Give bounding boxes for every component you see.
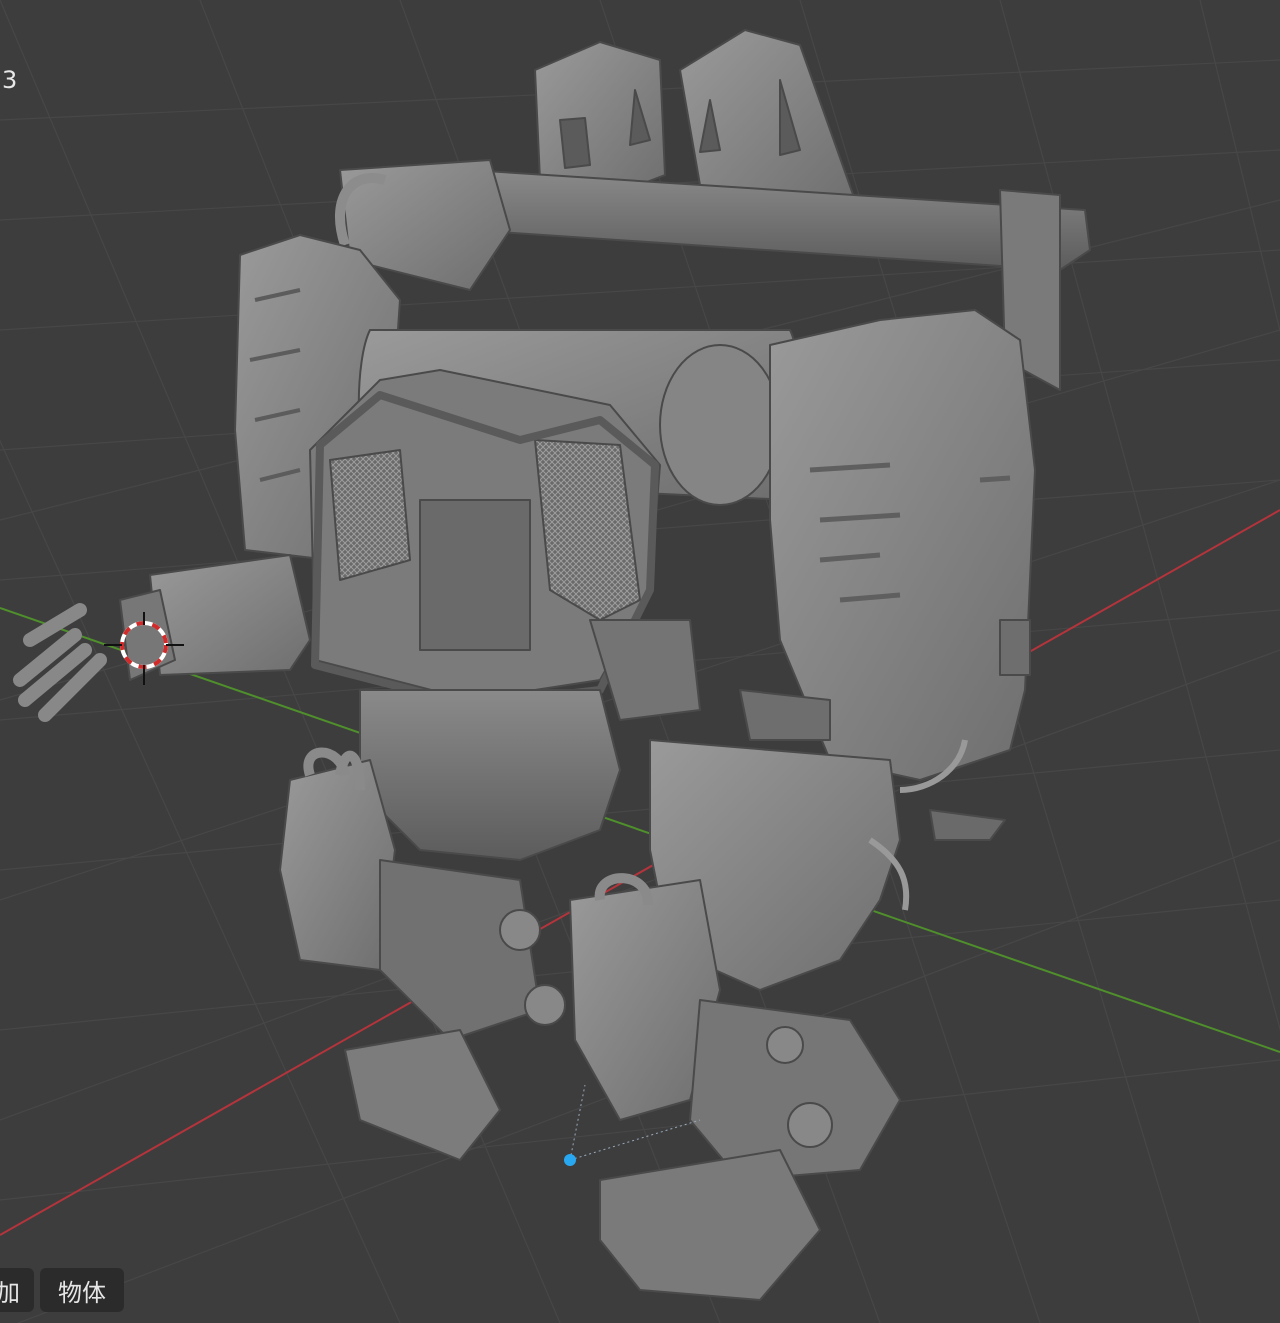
mech-model[interactable] xyxy=(13,29,1091,1301)
object-menu-button[interactable]: 物体 xyxy=(40,1268,124,1312)
viewport-info-text: 3 xyxy=(2,66,18,94)
object-origin-icon[interactable] xyxy=(564,1154,576,1166)
add-menu-button[interactable]: 加 xyxy=(0,1268,34,1312)
3d-viewport[interactable] xyxy=(0,0,1280,1323)
